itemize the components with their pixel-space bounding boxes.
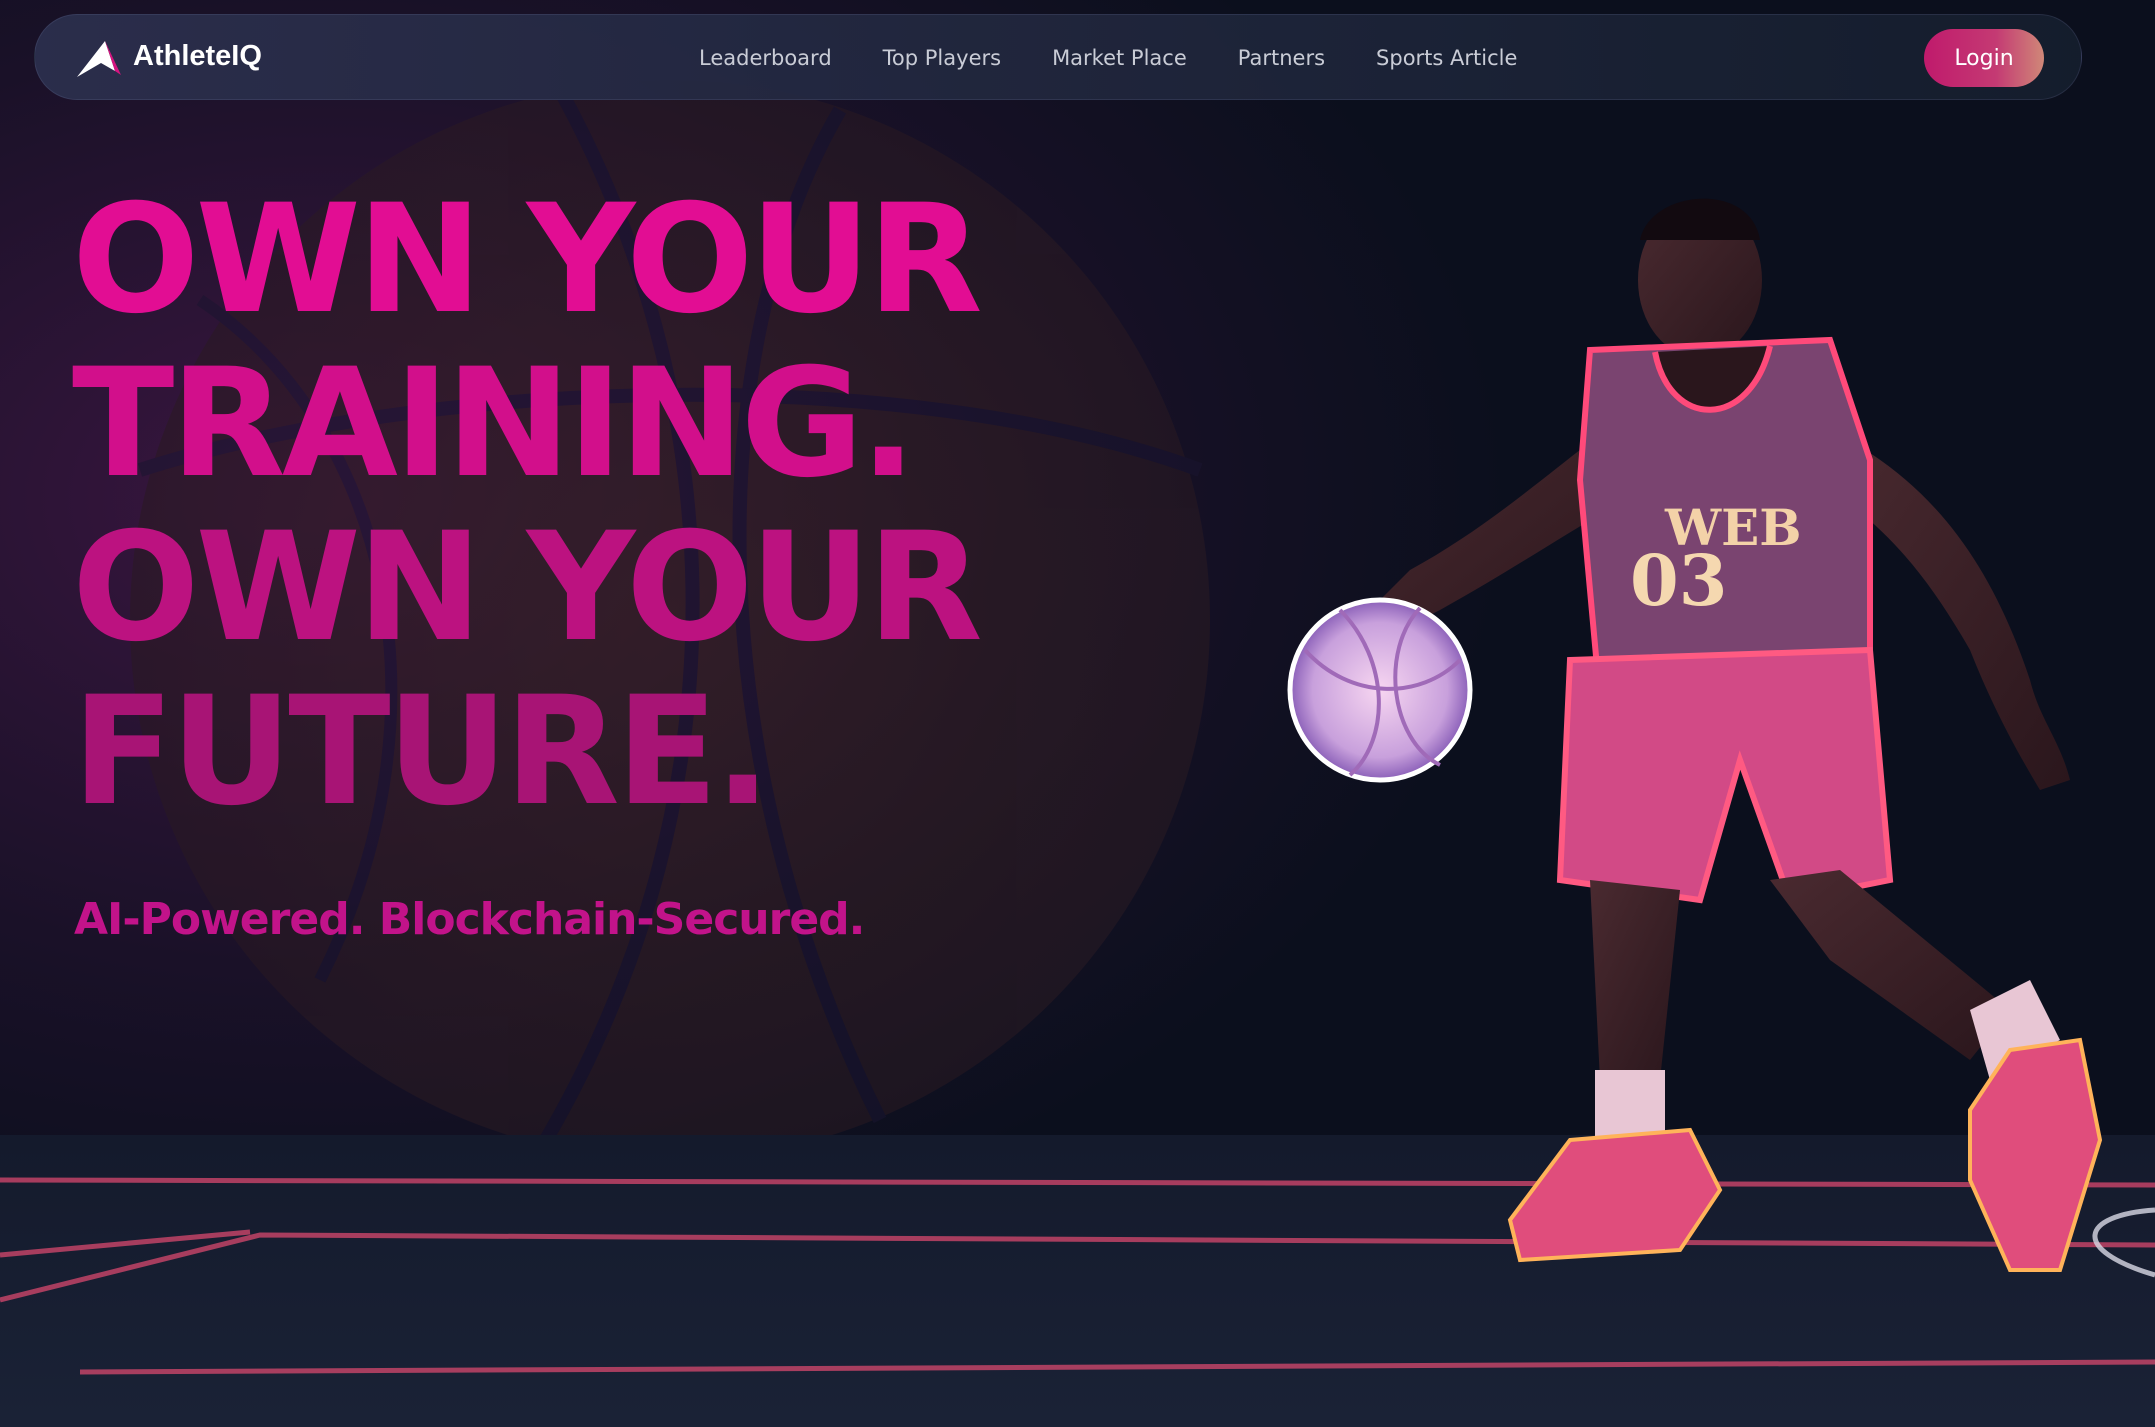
jersey-number-text: 03 [1630, 539, 1727, 622]
top-navbar: AthleteIQ Leaderboard Top Players Market… [34, 14, 2082, 100]
basketball-player-image: WEB 03 [1287, 198, 2103, 1272]
athleteiq-logo-icon [77, 41, 121, 77]
hero-headline: OWN YOUR TRAINING. OWN YOUR FUTURE. [72, 178, 1072, 834]
brand-logo[interactable]: AthleteIQ [75, 34, 305, 80]
main-navigation: Leaderboard Top Players Market Place Par… [699, 41, 1517, 77]
nav-leaderboard[interactable]: Leaderboard [699, 41, 832, 77]
nav-top-players[interactable]: Top Players [883, 41, 1001, 77]
nav-partners[interactable]: Partners [1238, 41, 1325, 77]
headline-line-1: OWN YOUR [72, 173, 983, 347]
brand-name: AthleteIQ [133, 40, 262, 72]
headline-line-2: TRAINING. [72, 337, 917, 511]
login-button[interactable]: Login [1924, 29, 2044, 87]
headline-line-4: FUTURE. [72, 665, 771, 839]
nav-sports-article[interactable]: Sports Article [1376, 41, 1517, 77]
headline-line-3: OWN YOUR [72, 501, 983, 675]
hero-tagline: AI-Powered. Blockchain-Secured. [74, 894, 865, 945]
nav-market-place[interactable]: Market Place [1052, 41, 1187, 77]
